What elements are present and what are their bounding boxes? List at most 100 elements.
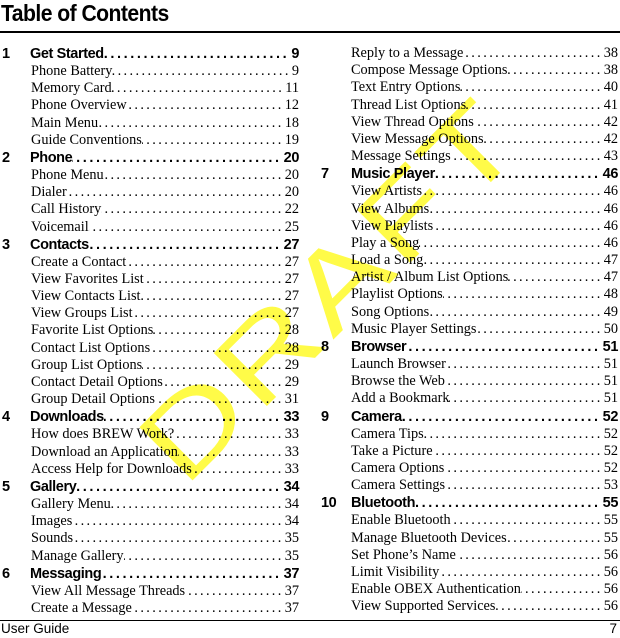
toc-chapter-entry[interactable]: 1 Get Started............................…: [0, 45, 299, 63]
toc-section-entry[interactable]: Call History............................…: [0, 201, 299, 218]
toc-section-entry[interactable]: View Groups List........................…: [0, 305, 299, 322]
section-page-number[interactable]: 27: [285, 254, 299, 271]
toc-section-entry[interactable]: View Contacts List......................…: [0, 288, 299, 305]
section-title[interactable]: View Groups List: [31, 305, 133, 322]
section-page-number[interactable]: 42: [604, 114, 618, 131]
toc-chapter-entry[interactable]: 7 Music Player...........................…: [311, 165, 618, 183]
toc-section-entry[interactable]: View Thread Options.....................…: [311, 114, 618, 131]
toc-section-entry[interactable]: Main Menu...............................…: [0, 115, 299, 132]
section-title[interactable]: View Supported Services: [351, 598, 495, 615]
toc-section-entry[interactable]: Play a Song.............................…: [311, 235, 618, 252]
section-title[interactable]: Phone Menu: [31, 167, 104, 184]
toc-section-entry[interactable]: View Message Options....................…: [311, 131, 618, 148]
section-title[interactable]: Add a Bookmark: [351, 390, 449, 407]
chapter-title[interactable]: Messaging: [30, 565, 102, 583]
section-page-number[interactable]: 28: [285, 340, 299, 357]
section-page-number[interactable]: 19: [285, 132, 299, 149]
section-title[interactable]: Main Menu: [31, 115, 98, 132]
chapter-title[interactable]: Get Started: [30, 45, 104, 63]
section-page-number[interactable]: 51: [604, 356, 618, 373]
section-page-number[interactable]: 33: [285, 461, 299, 478]
section-page-number[interactable]: 25: [285, 219, 299, 236]
toc-section-entry[interactable]: Browse the Web..........................…: [311, 373, 618, 390]
section-title[interactable]: View Contacts List: [31, 288, 141, 305]
chapter-title[interactable]: Camera: [351, 408, 402, 426]
toc-section-entry[interactable]: View All Message Threads................…: [0, 583, 299, 600]
section-title[interactable]: Download an Application: [31, 444, 178, 461]
section-title[interactable]: Group Detail Options: [31, 391, 155, 408]
section-page-number[interactable]: 53: [604, 477, 618, 494]
section-page-number[interactable]: 18: [285, 115, 299, 132]
toc-section-entry[interactable]: View Favorites List.....................…: [0, 271, 299, 288]
section-title[interactable]: Artist / Album List Options: [351, 269, 508, 286]
section-page-number[interactable]: 56: [604, 598, 618, 615]
section-page-number[interactable]: 27: [285, 271, 299, 288]
section-page-number[interactable]: 34: [285, 513, 299, 530]
section-title[interactable]: Memory Card: [31, 80, 112, 97]
section-page-number[interactable]: 37: [285, 583, 299, 600]
section-title[interactable]: Enable Bluetooth: [351, 512, 451, 529]
toc-chapter-entry[interactable]: 5 Gallery................................…: [0, 478, 299, 496]
toc-section-entry[interactable]: Playlist Options........................…: [311, 286, 618, 303]
section-title[interactable]: Camera Options: [351, 460, 444, 477]
section-title[interactable]: Camera Settings: [351, 477, 445, 494]
section-page-number[interactable]: 49: [604, 304, 618, 321]
toc-section-entry[interactable]: Manage Bluetooth Devices................…: [311, 530, 618, 547]
toc-section-entry[interactable]: View Artists............................…: [311, 183, 618, 200]
section-title[interactable]: Guide Conventions: [31, 132, 142, 149]
toc-chapter-entry[interactable]: 3 Contacts...............................…: [0, 236, 299, 254]
toc-section-entry[interactable]: Phone Battery...........................…: [0, 63, 299, 80]
toc-section-entry[interactable]: Reply to a Message......................…: [311, 45, 618, 62]
section-title[interactable]: Create a Contact: [31, 254, 126, 271]
toc-chapter-entry[interactable]: 9 Camera.................................…: [311, 408, 618, 426]
toc-section-entry[interactable]: Compose Message Options.................…: [311, 62, 618, 79]
section-page-number[interactable]: 29: [285, 374, 299, 391]
section-page-number[interactable]: 33: [285, 426, 299, 443]
toc-section-entry[interactable]: Phone Overview..........................…: [0, 97, 299, 114]
chapter-page-number[interactable]: 46: [603, 165, 619, 183]
toc-section-entry[interactable]: View Albums.............................…: [311, 201, 618, 218]
toc-section-entry[interactable]: Limit Visibility........................…: [311, 564, 618, 581]
section-title[interactable]: Call History: [31, 201, 101, 218]
section-page-number[interactable]: 46: [604, 183, 618, 200]
toc-section-entry[interactable]: Add a Bookmark..........................…: [311, 390, 618, 407]
section-page-number[interactable]: 51: [604, 373, 618, 390]
chapter-page-number[interactable]: 51: [603, 338, 619, 356]
toc-section-entry[interactable]: Contact List Options....................…: [0, 340, 299, 357]
section-page-number[interactable]: 51: [604, 390, 618, 407]
section-title[interactable]: Set Phone’s Name: [351, 547, 456, 564]
toc-section-entry[interactable]: Access Help for Downloads...............…: [0, 461, 299, 478]
section-page-number[interactable]: 29: [285, 357, 299, 374]
section-title[interactable]: View Playlists: [351, 218, 433, 235]
section-title[interactable]: Music Player Settings: [351, 321, 477, 338]
toc-chapter-entry[interactable]: 4 Downloads..............................…: [0, 408, 299, 426]
toc-section-entry[interactable]: Phone Menu..............................…: [0, 167, 299, 184]
toc-section-entry[interactable]: Load a Song.............................…: [311, 252, 618, 269]
chapter-page-number[interactable]: 33: [284, 408, 300, 426]
section-title[interactable]: Dialer: [31, 184, 67, 201]
section-page-number[interactable]: 35: [285, 530, 299, 547]
section-page-number[interactable]: 27: [285, 305, 299, 322]
section-page-number[interactable]: 40: [604, 79, 618, 96]
section-page-number[interactable]: 20: [285, 184, 299, 201]
toc-section-entry[interactable]: View Playlists..........................…: [311, 218, 618, 235]
section-page-number[interactable]: 48: [604, 286, 618, 303]
section-title[interactable]: View Albums: [351, 201, 429, 218]
section-page-number[interactable]: 56: [604, 581, 618, 598]
section-page-number[interactable]: 31: [285, 391, 299, 408]
section-title[interactable]: Phone Battery: [31, 63, 112, 80]
section-page-number[interactable]: 28: [285, 322, 299, 339]
chapter-title[interactable]: Bluetooth: [351, 494, 415, 512]
section-page-number[interactable]: 46: [604, 201, 618, 218]
section-title[interactable]: View Thread Options: [351, 114, 474, 131]
section-page-number[interactable]: 34: [285, 496, 299, 513]
chapter-title[interactable]: Downloads: [30, 408, 104, 426]
toc-section-entry[interactable]: Contact Detail Options..................…: [0, 374, 299, 391]
toc-section-entry[interactable]: Images..................................…: [0, 513, 299, 530]
section-title[interactable]: Play a Song: [351, 235, 419, 252]
section-page-number[interactable]: 37: [285, 600, 299, 617]
chapter-title[interactable]: Phone: [30, 149, 73, 167]
section-page-number[interactable]: 41: [604, 97, 618, 114]
section-title[interactable]: Favorite List Options: [31, 322, 153, 339]
section-title[interactable]: View Message Options: [351, 131, 484, 148]
